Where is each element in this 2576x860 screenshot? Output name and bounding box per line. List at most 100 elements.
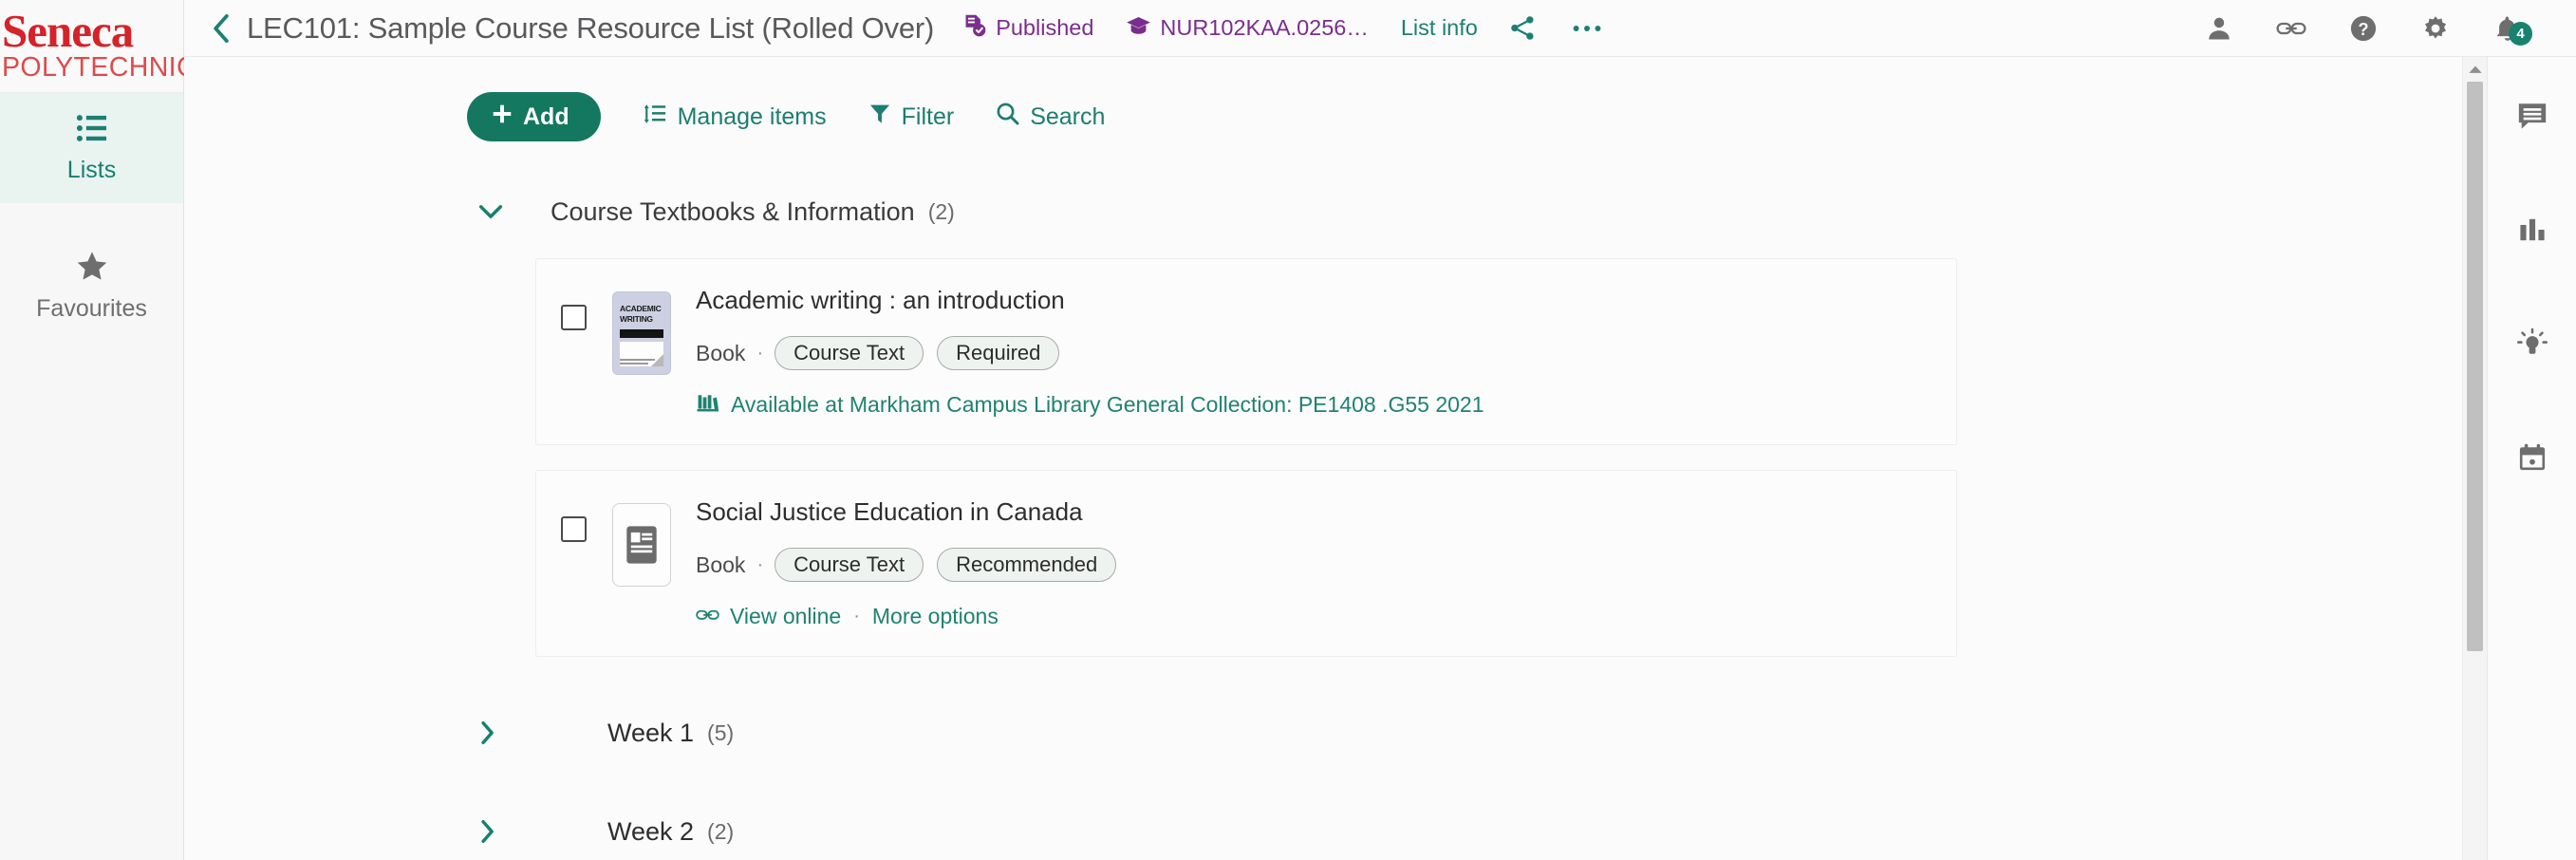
sidebar-item-lists[interactable]: Lists xyxy=(0,93,183,203)
user-icon[interactable] xyxy=(2183,0,2255,57)
item-meta-row: Book · Course Text Recommended xyxy=(696,548,1928,583)
cover-note-lines xyxy=(620,342,663,367)
item-type: Book xyxy=(696,340,746,365)
main-column: LEC101: Sample Course Resource List (Rol… xyxy=(184,0,2576,860)
add-button[interactable]: Add xyxy=(467,92,601,141)
course-badge[interactable]: NUR102KAA.0256… xyxy=(1126,14,1369,43)
brand-logo: Seneca POLYTECHNIC xyxy=(0,0,196,93)
meta-separator: · xyxy=(756,553,764,575)
chevron-down-icon xyxy=(478,203,524,220)
document-icon xyxy=(626,526,657,564)
left-sidebar: Seneca POLYTECHNIC Lists Favourites xyxy=(0,0,196,860)
link-icon[interactable] xyxy=(2255,0,2327,57)
availability-text[interactable]: Available at Markham Campus Library Gene… xyxy=(731,392,1484,418)
book-cover-thumbnail: ACADEMIC WRITING xyxy=(612,291,671,375)
section-title: Week 1 xyxy=(607,718,695,747)
cover-band xyxy=(620,329,663,339)
manage-items-button[interactable]: Manage items xyxy=(643,103,827,132)
plus-icon xyxy=(492,103,513,131)
lightbulb-icon[interactable] xyxy=(2504,317,2561,370)
body-row: Add Manage items Filter Search Course Te… xyxy=(184,57,2576,860)
chevron-right-icon xyxy=(478,720,524,745)
share-icon[interactable] xyxy=(1510,15,1536,41)
chevron-left-icon[interactable] xyxy=(211,13,232,44)
comment-icon[interactable] xyxy=(2504,89,2561,142)
item-title[interactable]: Academic writing : an introduction xyxy=(696,286,1928,315)
bell-icon[interactable]: 4 xyxy=(2472,0,2544,57)
sidebar-item-label-favourites: Favourites xyxy=(36,295,147,322)
item-meta-row: Book · Course Text Required xyxy=(696,336,1928,371)
item-checkbox[interactable] xyxy=(561,305,587,330)
section-count: (5) xyxy=(707,720,735,745)
item-tag[interactable]: Course Text xyxy=(775,336,924,371)
sort-icon xyxy=(643,103,667,132)
item-links-row: View online · More options xyxy=(696,604,1928,629)
triangle-up-icon[interactable] xyxy=(2468,57,2483,82)
search-label: Search xyxy=(1030,103,1106,130)
item-list: ACADEMIC WRITING Academic writing: an i… xyxy=(184,258,2487,658)
section-count: (2) xyxy=(707,818,735,844)
status-badge[interactable]: Published xyxy=(962,13,1093,44)
item-tag[interactable]: Required xyxy=(937,336,1060,371)
section-course-textbooks: Course Textbooks & Information (2) ACADE… xyxy=(184,189,2487,658)
section-header-week-1[interactable]: Week 1 (5) xyxy=(184,710,2487,756)
section-title: Course Textbooks & Information xyxy=(551,196,915,226)
svg-text:?: ? xyxy=(2358,18,2368,38)
status-badge-label: Published xyxy=(996,15,1094,40)
search-icon xyxy=(996,102,1019,132)
view-online-link[interactable]: View online xyxy=(696,604,841,629)
link-icon xyxy=(696,604,719,629)
list-icon xyxy=(76,114,108,147)
bar-chart-icon[interactable] xyxy=(2504,203,2561,256)
section-header-toggle[interactable]: Course Textbooks & Information (2) xyxy=(184,189,2487,234)
filter-button[interactable]: Filter xyxy=(868,103,954,132)
view-online-label: View online xyxy=(730,604,842,629)
search-button[interactable]: Search xyxy=(996,102,1105,132)
meta-separator: · xyxy=(756,342,764,364)
calendar-icon[interactable] xyxy=(2504,431,2561,484)
sidebar-item-label-lists: Lists xyxy=(66,157,117,183)
vertical-scrollbar[interactable] xyxy=(2462,57,2487,860)
item-body: Academic writing : an introduction Book … xyxy=(696,286,1928,418)
availability-row[interactable]: Available at Markham Campus Library Gene… xyxy=(696,392,1928,418)
library-books-icon xyxy=(696,392,719,418)
cover-note xyxy=(620,342,663,367)
section-header-week-2[interactable]: Week 2 (2) xyxy=(184,809,2487,854)
cover-title-text: ACADEMIC WRITING xyxy=(620,304,662,324)
item-checkbox[interactable] xyxy=(561,516,587,543)
help-icon[interactable]: ? xyxy=(2327,0,2399,57)
add-button-label: Add xyxy=(523,103,569,130)
list-toolbar: Add Manage items Filter Search xyxy=(184,57,2487,141)
brand-name-line1: Seneca xyxy=(2,5,134,58)
item-tag[interactable]: Recommended xyxy=(937,548,1117,583)
item-title[interactable]: Social Justice Education in Canada xyxy=(696,497,1928,527)
section-title: Week 2 xyxy=(607,816,695,846)
top-header: LEC101: Sample Course Resource List (Rol… xyxy=(184,0,2576,57)
list-info-link[interactable]: List info xyxy=(1401,15,1478,41)
more-options-link[interactable]: More options xyxy=(872,604,999,629)
app-root: Seneca POLYTECHNIC Lists Favourites LEC1… xyxy=(0,0,2576,860)
right-rail xyxy=(2487,57,2576,860)
gear-icon[interactable] xyxy=(2399,0,2472,57)
funnel-icon xyxy=(868,103,891,132)
more-horizontal-icon[interactable] xyxy=(1572,23,1602,34)
scrollbar-thumb[interactable] xyxy=(2467,82,2483,651)
chevron-right-icon xyxy=(478,819,524,844)
link-separator: · xyxy=(853,606,860,627)
section-count: (2) xyxy=(927,198,955,224)
notification-count-badge: 4 xyxy=(2509,21,2532,46)
content-area: Add Manage items Filter Search Course Te… xyxy=(184,57,2487,860)
graduation-cap-icon xyxy=(1126,14,1151,43)
star-icon xyxy=(76,251,108,286)
document-placeholder-thumbnail xyxy=(612,503,671,588)
item-tag[interactable]: Course Text xyxy=(775,548,924,583)
course-badge-label: NUR102KAA.0256… xyxy=(1160,15,1369,40)
document-check-icon xyxy=(962,13,987,44)
list-item[interactable]: Social Justice Education in Canada Book … xyxy=(535,470,1957,658)
page-title: LEC101: Sample Course Resource List (Rol… xyxy=(247,10,935,45)
sidebar-item-favourites[interactable]: Favourites xyxy=(0,230,183,342)
brand-name-line2: POLYTECHNIC xyxy=(2,51,196,83)
list-item[interactable]: ACADEMIC WRITING Academic writing: an i… xyxy=(535,258,1957,446)
item-type: Book xyxy=(696,552,746,577)
content-inner: Add Manage items Filter Search Course Te… xyxy=(184,57,2487,854)
